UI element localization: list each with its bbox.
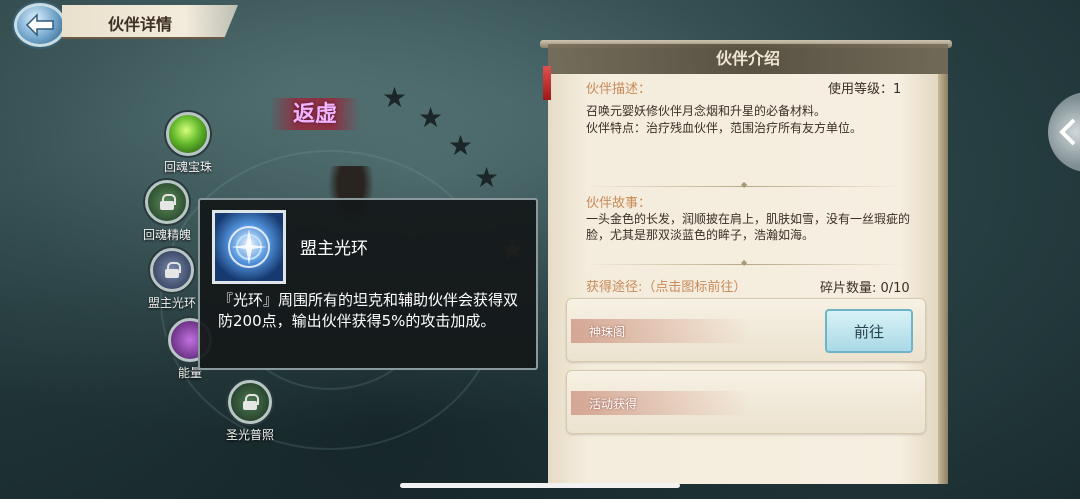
source-band: 活动获得: [571, 391, 751, 415]
page-title: 伙伴详情: [108, 15, 173, 34]
source-name: 活动获得: [589, 397, 638, 411]
story-text: 一头金色的长发，润顺披在肩上，肌肤如雪，没有一丝瑕疵的脸，尤其是那双淡蓝色的眸子…: [586, 212, 911, 242]
source-band: 神珠阁: [571, 319, 751, 343]
skill-node-1[interactable]: 回魂宝珠: [158, 112, 218, 175]
lock-icon: [165, 262, 181, 278]
source-card-shenzhuge[interactable]: 神珠阁 前往: [566, 298, 926, 362]
tassel-decoration: [543, 66, 551, 100]
back-arrow-icon: [25, 13, 54, 37]
skill-orb-icon: [166, 112, 210, 156]
description-line-2: 伙伴特点：治疗残血伙伴，范围治疗所有友方单位。: [586, 121, 863, 135]
description-line-1: 召唤元婴妖修伙伴月念烟和升星的必备材料。: [586, 104, 827, 118]
title-banner: 伙伴详情: [62, 5, 238, 39]
character-name: 返虚: [292, 101, 337, 127]
star-icon: ★: [418, 101, 444, 134]
skill-node-2[interactable]: 回魂精魄: [137, 180, 197, 243]
source-card-event[interactable]: 活动获得: [566, 370, 926, 434]
panel-title: 伙伴介绍: [715, 49, 780, 68]
tooltip-description: 『光环』周围所有的坦克和辅助伙伴会获得双防200点，输出伙伴获得5%的攻击加成。: [218, 291, 519, 330]
skill-label: 圣光普照: [225, 428, 274, 442]
skill-orb-locked: [228, 380, 272, 424]
description-label: 伙伴描述：: [586, 82, 652, 97]
source-label: 获得途径:（点击图标前往）: [586, 280, 747, 295]
skill-tooltip: 盟主光环 『光环』周围所有的坦克和辅助伙伴会获得双防200点，输出伙伴获得5%的…: [198, 198, 538, 370]
scroll-edge: [938, 74, 948, 484]
tooltip-title: 盟主光环: [300, 239, 368, 259]
fragment-count: 碎片数量: 0/10: [820, 281, 910, 296]
character-name-banner: 返虚: [270, 98, 360, 130]
back-button[interactable]: [14, 3, 66, 47]
lock-icon: [243, 394, 259, 410]
skill-label: 回魂宝珠: [163, 160, 212, 174]
skill-orb-locked: [145, 180, 189, 224]
divider: [586, 258, 906, 267]
aura-skill-icon: [212, 210, 286, 284]
skill-label: 回魂精魄: [142, 228, 191, 242]
star-icon: ★: [382, 81, 408, 114]
story-label: 伙伴故事：: [586, 196, 652, 211]
skill-node-5[interactable]: 圣光普照: [220, 380, 280, 443]
lock-icon: [160, 194, 176, 210]
panel-header: 伙伴介绍: [548, 44, 948, 74]
skill-orb-locked: [150, 248, 194, 292]
chevron-left-icon: [1059, 118, 1076, 146]
star-icon: ★: [448, 129, 474, 162]
home-indicator[interactable]: [400, 483, 680, 488]
skill-label: 盟主光环: [147, 296, 196, 310]
star-icon: ★: [474, 161, 500, 194]
use-level: 使用等级：1: [828, 82, 902, 97]
divider: [586, 180, 906, 189]
skill-node-3[interactable]: 盟主光环: [142, 248, 202, 311]
goto-button[interactable]: 前往: [825, 309, 913, 353]
source-name: 神珠阁: [589, 325, 626, 339]
